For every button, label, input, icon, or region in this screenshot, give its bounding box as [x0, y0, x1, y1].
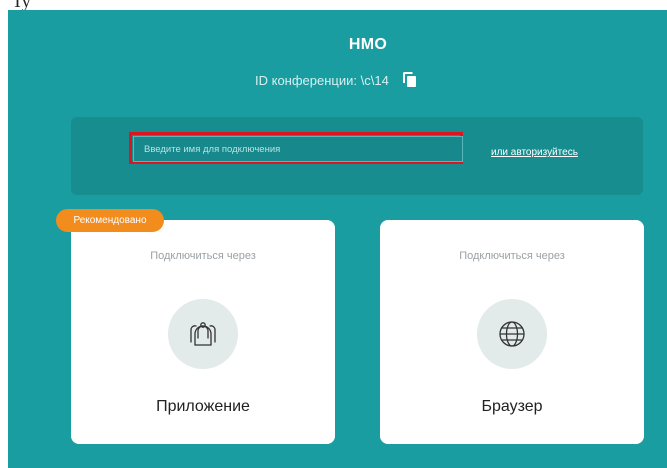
browser-option-card[interactable]: Подключиться через Браузер [380, 220, 644, 444]
conference-join-screen: НМО ID конференции: \c\14 или авторизуйт… [8, 10, 667, 468]
conference-id-row: ID конференции: \c\14 [255, 70, 417, 90]
auth-link[interactable]: или авторизуйтесь [491, 147, 578, 158]
group-icon [190, 322, 216, 346]
conference-id-label: ID конференции: \c\14 [255, 72, 389, 88]
copy-icon[interactable] [402, 72, 417, 88]
globe-icon [499, 321, 525, 347]
top-cutoff-text: Ty [0, 0, 667, 10]
browser-icon-circle [477, 299, 547, 369]
browser-card-title: Браузер [481, 398, 543, 415]
highlight-box [129, 132, 463, 164]
partial-heading: Ty [12, 0, 31, 10]
join-panel: или авторизуйтесь [71, 117, 643, 195]
app-card-title: Приложение [156, 398, 250, 415]
app-icon-circle [168, 299, 238, 369]
conference-title: НМО [348, 36, 388, 53]
name-input[interactable] [133, 136, 463, 162]
browser-card-subtitle: Подключиться через [459, 250, 565, 262]
app-card-subtitle: Подключиться через [150, 250, 256, 262]
app-option-card[interactable]: Подключиться через Приложение [71, 220, 335, 444]
recommended-badge: Рекомендовано [56, 209, 164, 232]
